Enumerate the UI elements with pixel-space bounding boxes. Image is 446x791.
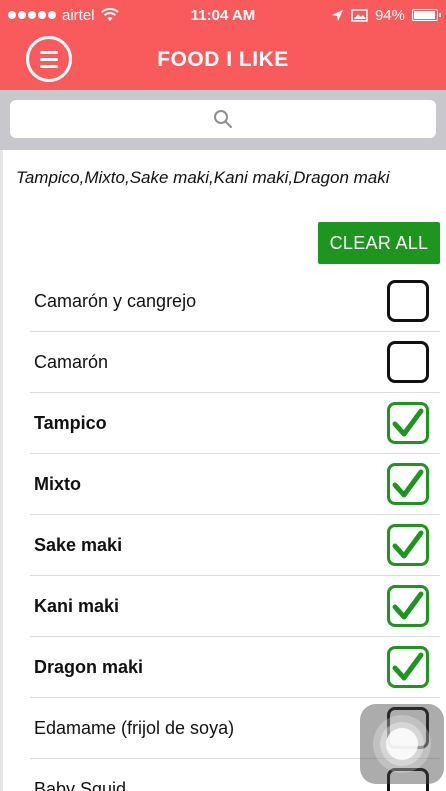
check-icon bbox=[392, 591, 424, 620]
checkbox[interactable] bbox=[387, 402, 429, 444]
checkbox[interactable] bbox=[387, 463, 429, 505]
status-bar: airtel 11:04 AM 94% bbox=[0, 0, 446, 30]
status-left: airtel bbox=[8, 7, 119, 24]
list-item[interactable]: Camarón bbox=[30, 332, 440, 393]
battery-icon bbox=[412, 9, 441, 21]
food-item-label: Baby Squid bbox=[34, 778, 127, 791]
list-item[interactable]: Tampico bbox=[30, 393, 440, 454]
list-item[interactable]: Kani maki bbox=[30, 576, 440, 637]
check-icon bbox=[392, 408, 424, 437]
selected-items-summary: Tampico,Mixto,Sake maki,Kani maki,Dragon… bbox=[16, 168, 390, 187]
check-icon bbox=[392, 530, 424, 559]
list-item[interactable]: Mixto bbox=[30, 454, 440, 515]
food-item-label: Mixto bbox=[34, 473, 81, 494]
search-input[interactable] bbox=[10, 100, 436, 138]
clear-all-button[interactable]: CLEAR ALL bbox=[318, 222, 440, 264]
location-arrow-icon bbox=[331, 9, 343, 21]
page-edge-divider bbox=[0, 150, 3, 791]
list-item[interactable]: Camarón y cangrejo bbox=[30, 271, 440, 332]
signal-strength-icon bbox=[8, 11, 56, 19]
food-item-label: Tampico bbox=[34, 412, 107, 433]
list-item[interactable]: Dragon maki bbox=[30, 637, 440, 698]
check-icon bbox=[392, 652, 424, 681]
checkbox[interactable] bbox=[387, 341, 429, 383]
checkbox[interactable] bbox=[387, 524, 429, 566]
assistive-touch-button[interactable] bbox=[360, 704, 444, 784]
checkbox[interactable] bbox=[387, 280, 429, 322]
list-item[interactable]: Sake maki bbox=[30, 515, 440, 576]
checkbox[interactable] bbox=[387, 585, 429, 627]
app-header: FOOD I LIKE bbox=[0, 30, 446, 90]
checkbox[interactable] bbox=[387, 646, 429, 688]
food-item-label: Sake maki bbox=[34, 534, 123, 555]
battery-percent: 94% bbox=[374, 6, 405, 24]
search-icon bbox=[214, 110, 232, 128]
status-right: 94% bbox=[331, 6, 441, 24]
food-item-label: Edamame (frijol de soya) bbox=[34, 717, 235, 738]
hamburger-menu-icon[interactable] bbox=[26, 36, 72, 82]
food-item-label: Dragon maki bbox=[34, 656, 144, 677]
check-icon bbox=[392, 469, 424, 498]
photo-icon bbox=[351, 8, 368, 22]
wifi-icon bbox=[100, 8, 119, 21]
page-title: FOOD I LIKE bbox=[157, 48, 289, 71]
food-item-label: Camarón bbox=[34, 351, 109, 372]
search-bar bbox=[0, 90, 446, 150]
food-item-label: Kani maki bbox=[34, 595, 120, 616]
food-item-label: Camarón y cangrejo bbox=[34, 290, 197, 311]
carrier-name: airtel bbox=[62, 6, 95, 24]
